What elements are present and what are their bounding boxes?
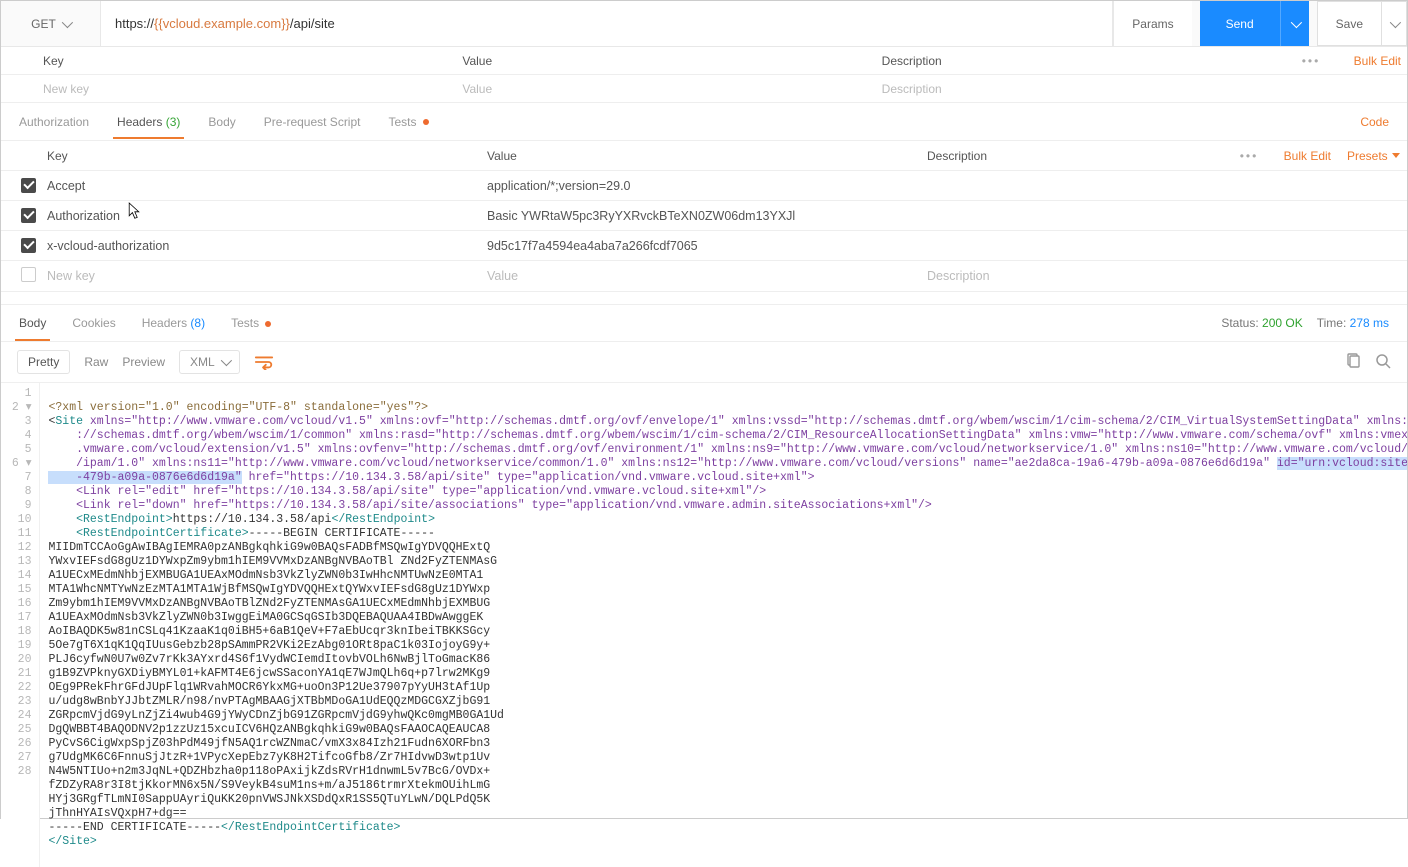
copy-icon[interactable] — [1345, 353, 1361, 372]
send-button[interactable]: Send — [1200, 1, 1280, 46]
checkbox-unchecked[interactable] — [21, 267, 36, 282]
response-view-controls: Pretty Raw Preview XML — [1, 342, 1407, 383]
header-row: Accept application/*;version=29.0 — [1, 171, 1407, 201]
more-icon[interactable]: ••• — [1229, 143, 1269, 169]
header-row: x-vcloud-authorization 9d5c17f7a4594ea4a… — [1, 231, 1407, 261]
chevron-down-icon — [1392, 153, 1400, 158]
tab-tests[interactable]: Tests — [388, 115, 428, 129]
view-raw[interactable]: Raw — [84, 355, 108, 369]
chevron-down-icon — [1290, 16, 1301, 27]
params-header-row: Key Value Description ••• Bulk Edit — [1, 47, 1407, 75]
search-icon[interactable] — [1375, 353, 1391, 372]
col-key: Key — [33, 48, 452, 74]
col-value: Value — [452, 48, 871, 74]
request-tabs: Authorization Headers (3) Body Pre-reque… — [1, 103, 1407, 141]
col-value: Value — [479, 143, 919, 169]
header-new-row[interactable]: New key Value Description — [1, 261, 1407, 292]
header-value[interactable]: 9d5c17f7a4594ea4aba7a266fcdf7065 — [479, 233, 919, 259]
tab-pre-request-script[interactable]: Pre-request Script — [264, 115, 361, 129]
send-dropdown[interactable] — [1280, 1, 1309, 46]
tab-authorization[interactable]: Authorization — [19, 115, 89, 129]
save-dropdown[interactable] — [1382, 1, 1407, 46]
bulk-edit-link[interactable]: Bulk Edit — [1331, 54, 1401, 68]
request-bar: GET https://{{vcloud.example.com}}/api/s… — [1, 1, 1407, 47]
presets-dropdown[interactable]: Presets — [1339, 143, 1408, 169]
tab-headers[interactable]: Headers (3) — [117, 115, 180, 129]
bulk-edit-link[interactable]: Bulk Edit — [1269, 143, 1339, 169]
tab-response-headers[interactable]: Headers (8) — [142, 316, 205, 330]
tab-response-cookies[interactable]: Cookies — [72, 316, 115, 330]
params-button[interactable]: Params — [1113, 1, 1191, 46]
line-gutter: 1 2 ▾ 3 4 5 6 ▾ 7 8 9 10 11 12 13 14 15 … — [1, 383, 40, 867]
col-desc: Description — [872, 48, 1291, 74]
checkbox-checked[interactable] — [21, 208, 36, 223]
col-key: Key — [39, 143, 479, 169]
wrap-lines-button[interactable] — [254, 354, 274, 370]
response-status: Status: 200 OK Time: 278 ms — [1221, 316, 1389, 330]
code-content: <?xml version="1.0" encoding="UTF-8" sta… — [40, 383, 1407, 867]
more-icon[interactable]: ••• — [1291, 54, 1331, 68]
http-method-label: GET — [31, 17, 56, 31]
chevron-down-icon — [1390, 16, 1401, 27]
url-variable: {{vcloud.example.com}} — [154, 16, 290, 31]
header-value[interactable]: application/*;version=29.0 — [479, 173, 919, 199]
params-new-row[interactable]: New key Value Description — [1, 75, 1407, 103]
header-value[interactable]: Basic YWRtaW5pc3RyYXRvckBTeXN0ZW06dm13YX… — [479, 203, 919, 229]
tab-response-body[interactable]: Body — [19, 316, 46, 330]
view-preview[interactable]: Preview — [122, 355, 165, 369]
checkbox-checked[interactable] — [21, 238, 36, 253]
tab-body[interactable]: Body — [208, 115, 235, 129]
header-key[interactable]: Accept — [39, 173, 479, 199]
checkbox-checked[interactable] — [21, 178, 36, 193]
response-tabs: Body Cookies Headers (8) Tests Status: 2… — [1, 304, 1407, 342]
code-link[interactable]: Code — [1360, 115, 1389, 129]
url-input[interactable]: https://{{vcloud.example.com}}/api/site — [101, 1, 1113, 46]
header-row: Authorization Basic YWRtaW5pc3RyYXRvckBT… — [1, 201, 1407, 231]
header-key[interactable]: x-vcloud-authorization — [39, 233, 479, 259]
http-method-selector[interactable]: GET — [1, 1, 101, 46]
view-pretty[interactable]: Pretty — [17, 350, 70, 374]
save-button[interactable]: Save — [1317, 1, 1382, 46]
headers-header-row: Key Value Description ••• Bulk Edit Pres… — [1, 141, 1407, 171]
chevron-down-icon — [220, 355, 231, 366]
header-key[interactable]: Authorization — [39, 203, 479, 229]
chevron-down-icon — [62, 16, 73, 27]
tab-response-tests[interactable]: Tests — [231, 316, 271, 330]
col-desc: Description — [919, 143, 1229, 169]
response-body[interactable]: 1 2 ▾ 3 4 5 6 ▾ 7 8 9 10 11 12 13 14 15 … — [1, 383, 1407, 867]
format-dropdown[interactable]: XML — [179, 350, 240, 374]
